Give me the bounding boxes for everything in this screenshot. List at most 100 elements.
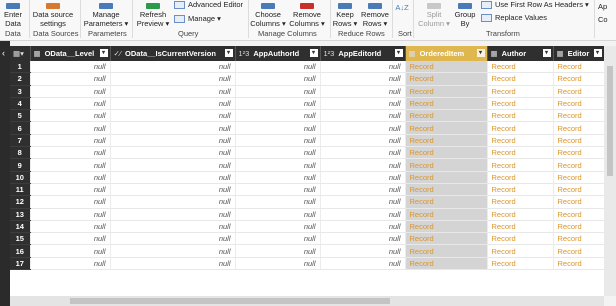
column-type-icon[interactable]: ✓⁄ <box>114 49 122 58</box>
null-cell[interactable]: null <box>110 220 236 234</box>
group-by-button[interactable]: Group By <box>452 3 478 28</box>
null-cell[interactable]: null <box>235 158 321 172</box>
append-button[interactable]: Ap <box>598 2 607 11</box>
row-number[interactable]: 12 <box>10 195 31 209</box>
null-cell[interactable]: null <box>235 97 321 111</box>
record-link-cell[interactable]: Record <box>487 208 554 221</box>
split-column-button[interactable]: Split Column ▾ <box>418 3 450 28</box>
record-link-cell[interactable]: Record <box>553 232 604 246</box>
null-cell[interactable]: null <box>320 244 406 258</box>
null-cell[interactable]: null <box>110 134 236 148</box>
null-cell[interactable]: null <box>235 171 321 184</box>
null-cell[interactable]: null <box>30 85 111 98</box>
row-number[interactable]: 5 <box>10 109 31 123</box>
record-link-cell[interactable]: Record <box>405 208 488 221</box>
manage-button[interactable]: Manage ▾ <box>174 14 221 24</box>
vertical-scroll-thumb[interactable] <box>607 66 613 176</box>
row-number[interactable]: 1 <box>10 61 31 74</box>
record-link-cell[interactable]: Record <box>405 61 488 74</box>
record-link-cell[interactable]: Record <box>553 97 604 111</box>
null-cell[interactable]: null <box>235 109 321 123</box>
row-number[interactable]: 4 <box>10 97 31 111</box>
null-cell[interactable]: null <box>320 97 406 111</box>
record-link-cell[interactable]: Record <box>553 220 604 234</box>
null-cell[interactable]: null <box>320 72 406 86</box>
queries-pane-collapsed[interactable]: ‹ <box>0 41 10 306</box>
sort-button[interactable]: A↓Z <box>395 3 409 12</box>
null-cell[interactable]: null <box>110 109 236 123</box>
column-header-ordereditem[interactable]: ▦ OrderedItem ▾ <box>405 46 488 61</box>
null-cell[interactable]: null <box>110 72 236 86</box>
record-link-cell[interactable]: Record <box>405 158 488 172</box>
null-cell[interactable]: null <box>110 195 236 209</box>
record-link-cell[interactable]: Record <box>487 109 554 123</box>
record-link-cell[interactable]: Record <box>553 171 604 184</box>
record-link-cell[interactable]: Record <box>487 72 554 86</box>
null-cell[interactable]: null <box>30 257 111 271</box>
record-link-cell[interactable]: Record <box>553 158 604 172</box>
record-link-cell[interactable]: Record <box>405 121 488 135</box>
record-link-cell[interactable]: Record <box>487 244 554 258</box>
null-cell[interactable]: null <box>110 85 236 98</box>
record-link-cell[interactable]: Record <box>405 146 488 160</box>
null-cell[interactable]: null <box>30 244 111 258</box>
null-cell[interactable]: null <box>110 244 236 258</box>
column-type-icon[interactable]: 1²3 <box>324 49 335 58</box>
record-link-cell[interactable]: Record <box>553 72 604 86</box>
null-cell[interactable]: null <box>235 183 321 197</box>
null-cell[interactable]: null <box>320 208 406 221</box>
null-cell[interactable]: null <box>320 257 406 271</box>
column-header-appauthorid[interactable]: 1²3 AppAuthorId ▾ <box>235 46 321 61</box>
record-link-cell[interactable]: Record <box>553 109 604 123</box>
null-cell[interactable]: null <box>235 61 321 74</box>
null-cell[interactable]: null <box>320 121 406 135</box>
record-link-cell[interactable]: Record <box>553 146 604 160</box>
filter-dropdown-icon[interactable]: ▾ <box>476 49 485 57</box>
record-link-cell[interactable]: Record <box>405 183 488 197</box>
filter-dropdown-icon[interactable]: ▾ <box>309 49 318 57</box>
horizontal-scroll-thumb[interactable] <box>70 298 390 304</box>
record-link-cell[interactable]: Record <box>553 208 604 221</box>
null-cell[interactable]: null <box>30 72 111 86</box>
filter-dropdown-icon[interactable]: ▾ <box>542 49 551 57</box>
row-number[interactable]: 13 <box>10 208 31 221</box>
null-cell[interactable]: null <box>320 232 406 246</box>
null-cell[interactable]: null <box>30 61 111 74</box>
null-cell[interactable]: null <box>30 195 111 209</box>
null-cell[interactable]: null <box>30 146 111 160</box>
column-header-editor[interactable]: ▦ Editor ▾ <box>553 46 604 61</box>
row-number[interactable]: 17 <box>10 257 31 271</box>
null-cell[interactable]: null <box>235 257 321 271</box>
record-link-cell[interactable]: Record <box>487 146 554 160</box>
null-cell[interactable]: null <box>235 72 321 86</box>
column-header-odata-iscurrentversion[interactable]: ✓⁄ OData__IsCurrentVersion ▾ <box>110 46 236 61</box>
use-first-row-button[interactable]: Use First Row As Headers ▾ <box>481 0 589 10</box>
manage-parameters-button[interactable]: Manage Parameters ▾ <box>82 3 130 28</box>
null-cell[interactable]: null <box>30 134 111 148</box>
column-header-appeditorid[interactable]: 1²3 AppEditorId ▾ <box>320 46 406 61</box>
record-link-cell[interactable]: Record <box>405 220 488 234</box>
null-cell[interactable]: null <box>110 158 236 172</box>
row-number[interactable]: 10 <box>10 171 31 184</box>
null-cell[interactable]: null <box>320 85 406 98</box>
record-link-cell[interactable]: Record <box>553 121 604 135</box>
column-type-icon[interactable]: 1²3 <box>239 49 250 58</box>
record-link-cell[interactable]: Record <box>487 183 554 197</box>
replace-values-button[interactable]: Replace Values <box>481 13 547 23</box>
record-link-cell[interactable]: Record <box>487 85 554 98</box>
record-link-cell[interactable]: Record <box>487 220 554 234</box>
null-cell[interactable]: null <box>110 171 236 184</box>
record-link-cell[interactable]: Record <box>405 257 488 271</box>
null-cell[interactable]: null <box>235 134 321 148</box>
row-number[interactable]: 6 <box>10 121 31 135</box>
record-link-cell[interactable]: Record <box>553 61 604 74</box>
record-link-cell[interactable]: Record <box>405 232 488 246</box>
null-cell[interactable]: null <box>320 109 406 123</box>
column-type-icon[interactable]: ▦ <box>491 49 498 58</box>
null-cell[interactable]: null <box>30 121 111 135</box>
record-link-cell[interactable]: Record <box>487 61 554 74</box>
null-cell[interactable]: null <box>30 220 111 234</box>
row-number[interactable]: 7 <box>10 134 31 148</box>
null-cell[interactable]: null <box>235 232 321 246</box>
null-cell[interactable]: null <box>110 97 236 111</box>
